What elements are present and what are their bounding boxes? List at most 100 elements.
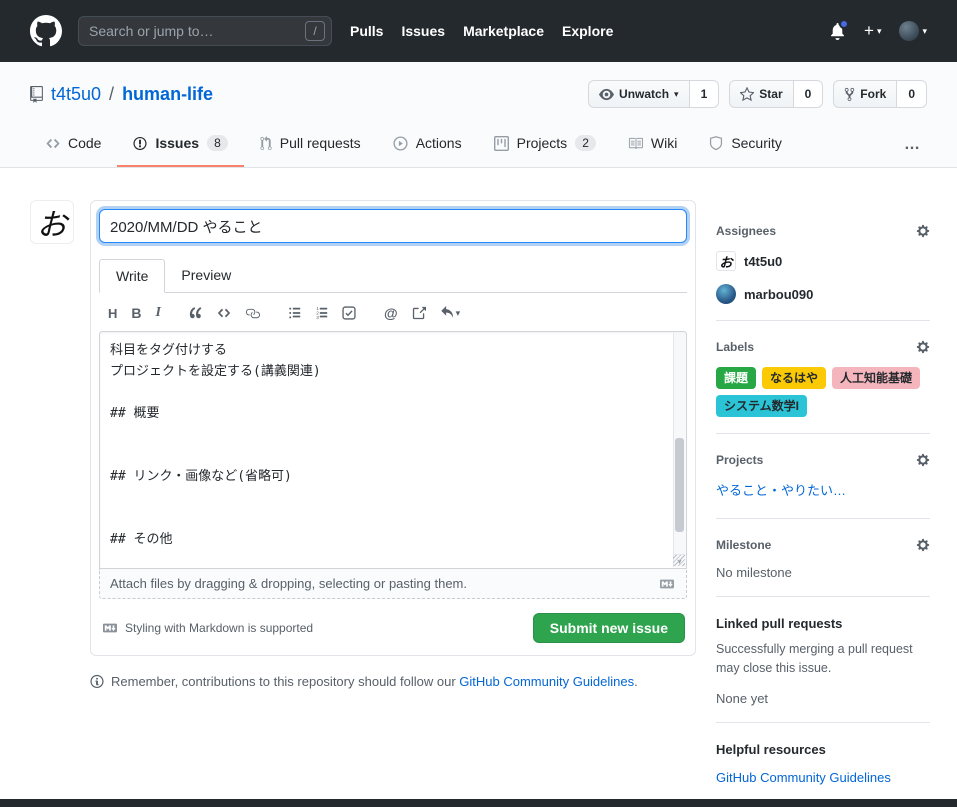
labels-gear-button[interactable] [916,340,930,354]
tab-issues[interactable]: Issues 8 [117,122,244,167]
nav-issues[interactable]: Issues [401,23,445,39]
label-kadai[interactable]: 課題 [716,367,757,389]
bold-button[interactable]: B [124,303,148,323]
unwatch-button[interactable]: Unwatch ▾ [588,80,690,108]
tab-projects[interactable]: Projects 2 [478,122,612,167]
nav-marketplace[interactable]: Marketplace [463,23,544,39]
projects-header: Projects [716,453,930,467]
community-guidelines-note: Remember, contributions to this reposito… [90,674,696,689]
avatar [716,284,736,304]
linked-prs-title: Linked pull requests [716,616,843,631]
list-ordered-icon: 123 [316,306,328,320]
tab-actions[interactable]: Actions [377,122,478,167]
ordered-list-button[interactable]: 123 [308,303,335,323]
stargazers-count[interactable]: 0 [793,80,824,108]
link-button[interactable] [238,303,267,323]
mention-button[interactable]: @ [377,303,405,323]
tab-label: Code [68,135,102,151]
star-label: Star [759,87,783,101]
tab-code[interactable]: Code [30,122,117,167]
sidebar-section-helpful-resources: Helpful resources GitHub Community Guide… [716,738,930,804]
unwatch-label: Unwatch [619,87,670,101]
create-new-button[interactable]: + ▾ [864,21,881,41]
repo-name-link[interactable]: human-life [122,84,213,105]
repo-forked-icon [845,87,855,101]
form-footer: Styling with Markdown is supported Submi… [99,613,687,645]
tab-label: Pull requests [279,135,361,151]
project-link[interactable]: やること・やりたい… [716,480,846,499]
nav-pulls[interactable]: Pulls [350,23,383,39]
tab-label: Wiki [650,135,678,151]
community-guidelines-link[interactable]: GitHub Community Guidelines [459,674,634,689]
notifications-button[interactable] [829,18,849,40]
quote-button[interactable] [182,303,210,323]
fork-label: Fork [860,87,887,101]
eye-icon [599,88,615,100]
reply-icon [440,306,453,318]
unordered-list-button[interactable] [281,303,308,323]
chevron-down-icon: ▾ [922,25,927,36]
submit-new-issue-button[interactable]: Submit new issue [532,613,685,643]
label-system-sugaku[interactable]: システム数学I [716,395,807,417]
plus-icon: + [864,21,874,40]
helpful-resources-title: Helpful resources [716,741,826,757]
code-button[interactable] [210,303,238,323]
cross-reference-button[interactable] [405,303,433,323]
labels-header: Labels [716,340,930,354]
guidelines-suffix: . [634,674,638,689]
attach-hint-text: Attach files by dragging & dropping, sel… [110,576,467,591]
comment-textarea[interactable]: 科目をタグ付けする プロジェクトを設定する(講義関連) ## 概要 ## リンク… [99,331,687,569]
repo-owner-link[interactable]: t4t5u0 [51,84,101,105]
issue-title-input[interactable] [99,209,687,243]
markdown-hint-text: Styling with Markdown is supported [125,621,314,635]
info-icon [90,674,104,689]
nav-explore[interactable]: Explore [562,23,613,39]
search-box[interactable]: / [78,16,332,46]
page-footer-strip [0,799,957,807]
task-list-button[interactable] [335,303,363,323]
milestone-gear-button[interactable] [916,538,930,552]
label-naruhaya[interactable]: なるはや [762,367,827,389]
user-menu-button[interactable]: ▾ [899,21,927,41]
github-logo[interactable] [30,15,62,47]
markdown-icon [660,579,674,588]
label-jinkochino-kiso[interactable]: 人工知能基礎 [832,367,921,389]
assignees-gear-button[interactable] [916,224,930,238]
tab-overflow-kebab[interactable]: … [898,136,927,154]
tab-pull-requests[interactable]: Pull requests [244,122,377,167]
helpful-resources-link[interactable]: GitHub Community Guidelines [716,770,891,785]
search-input[interactable] [78,16,332,46]
sidebar-section-milestone: Milestone No milestone [716,534,930,597]
assignee-marbou090[interactable]: marbou090 [716,284,930,304]
gear-icon [916,538,930,552]
assignee-t4t5u0[interactable]: お t4t5u0 [716,251,930,271]
issue-compose-column: お Write Preview H B I [30,200,696,807]
heading-button[interactable]: H [101,303,124,323]
textarea-scrollbar[interactable] [673,333,685,567]
top-nav-right: + ▾ ▾ [829,18,927,41]
attach-files-bar[interactable]: Attach files by dragging & dropping, sel… [99,569,687,599]
tab-security[interactable]: Security [693,122,798,167]
repo-tab-nav: Code Issues 8 Pull requests Actions Proj… [0,122,957,168]
watchers-count[interactable]: 1 [689,80,720,108]
shield-icon [710,135,723,150]
tab-wiki[interactable]: Wiki [612,122,693,167]
fork-button[interactable]: Fork [833,80,898,108]
saved-replies-button[interactable]: ▾ [433,303,468,323]
top-nav: / Pulls Issues Marketplace Explore + ▾ ▾ [0,0,957,62]
italic-button[interactable]: I [149,303,168,323]
projects-title: Projects [716,453,764,467]
project-icon [493,135,509,151]
forks-count[interactable]: 0 [897,80,927,108]
play-icon [393,135,408,151]
projects-gear-button[interactable] [916,453,930,467]
tab-label: Projects [516,135,568,151]
scrollbar-thumb[interactable] [675,438,684,532]
new-issue-composer: お Write Preview H B I [30,200,696,656]
star-button[interactable]: Star [729,80,794,108]
user-avatar [899,21,920,41]
textarea-resize-grip[interactable] [673,555,685,566]
tab-write[interactable]: Write [99,259,166,293]
tab-preview[interactable]: Preview [165,259,247,292]
code-icon [46,138,60,148]
